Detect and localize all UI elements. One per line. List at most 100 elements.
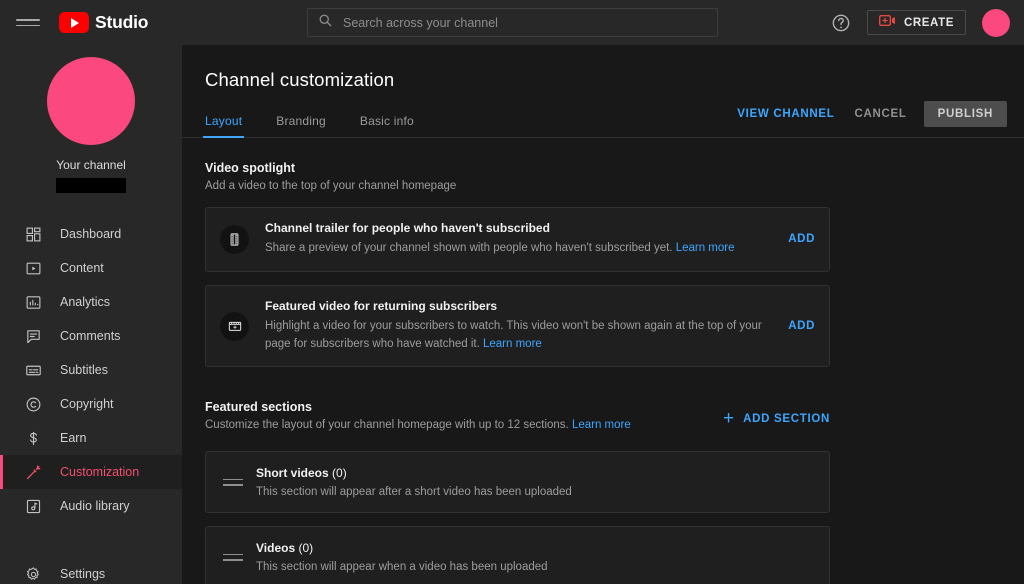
section-title-text: Videos bbox=[256, 541, 296, 556]
video-spotlight-subtitle: Add a video to the top of your channel h… bbox=[205, 180, 457, 192]
section-row-title: Videos (0) bbox=[256, 541, 548, 555]
learn-more-link[interactable]: Learn more bbox=[483, 338, 542, 350]
channel-avatar[interactable] bbox=[47, 57, 135, 145]
help-circle-icon[interactable] bbox=[831, 13, 851, 33]
youtube-studio-app: Studio Search across your channel CREATE… bbox=[0, 0, 1024, 584]
analytics-bars-icon bbox=[23, 292, 43, 312]
search-container bbox=[307, 8, 718, 37]
search-box[interactable] bbox=[307, 8, 718, 37]
account-avatar[interactable] bbox=[982, 8, 1010, 37]
tab-basic-info[interactable]: Basic info bbox=[360, 114, 414, 137]
learn-more-link[interactable]: Learn more bbox=[572, 419, 631, 431]
plus-icon: + bbox=[722, 408, 735, 430]
featured-sections-list: Short videos (0) This section will appea… bbox=[205, 451, 830, 584]
sidebar-item-label: Customization bbox=[60, 465, 140, 479]
create-button[interactable]: CREATE bbox=[866, 10, 966, 35]
card-title: Channel trailer for people who haven't s… bbox=[265, 221, 550, 235]
brand-label: Studio bbox=[95, 12, 149, 32]
tab-bar: Layout Branding Basic info VIEW CHANNEL … bbox=[182, 101, 1024, 138]
drag-handle-icon[interactable] bbox=[223, 478, 243, 486]
top-header: Studio Search across your channel CREATE bbox=[0, 0, 1024, 45]
sidebar-nav: Dashboard Content Analytics Comments Sub… bbox=[0, 217, 182, 584]
hamburger-line bbox=[16, 19, 40, 21]
sidebar-item-label: Comments bbox=[60, 329, 121, 343]
dashboard-grid-icon bbox=[23, 224, 43, 244]
left-sidebar: Your channel Dashboard Content Analytics… bbox=[0, 45, 182, 584]
film-strip-icon bbox=[220, 224, 249, 254]
featured-video-icon bbox=[220, 311, 249, 341]
card-description-text: Share a preview of your channel shown wi… bbox=[265, 242, 673, 254]
tab-branding[interactable]: Branding bbox=[276, 114, 326, 137]
card-description: Share a preview of your channel shown wi… bbox=[265, 240, 774, 258]
audio-note-icon bbox=[23, 496, 43, 516]
section-title-text: Short videos bbox=[256, 466, 329, 481]
drag-line bbox=[223, 553, 243, 556]
page-actions: VIEW CHANNEL CANCEL PUBLISH bbox=[727, 101, 1007, 127]
drag-line bbox=[223, 559, 243, 561]
sidebar-item-label: Audio library bbox=[60, 499, 130, 513]
hamburger-line bbox=[16, 24, 40, 26]
learn-more-link[interactable]: Learn more bbox=[676, 242, 735, 254]
gear-icon bbox=[23, 564, 43, 584]
sidebar-item-earn[interactable]: Earn bbox=[0, 421, 182, 455]
customization-wand-icon bbox=[23, 462, 43, 482]
sidebar-item-label: Analytics bbox=[60, 295, 111, 309]
channel-label: Your channel bbox=[56, 158, 126, 172]
content-play-icon bbox=[23, 258, 43, 278]
sidebar-item-label: Settings bbox=[60, 567, 106, 581]
featured-sections-header: Featured sections Customize the layout o… bbox=[182, 400, 830, 431]
drag-line bbox=[223, 478, 243, 481]
nav-divider-space bbox=[0, 523, 182, 540]
play-triangle bbox=[71, 17, 79, 28]
add-featured-video-button[interactable]: ADD bbox=[782, 320, 815, 332]
layout-content: Video spotlight Add a video to the top o… bbox=[182, 138, 1024, 584]
channel-trailer-card: Channel trailer for people who haven't s… bbox=[205, 207, 830, 272]
tab-layout[interactable]: Layout bbox=[202, 114, 245, 138]
studio-brand-link[interactable]: Studio bbox=[59, 12, 148, 33]
drag-line bbox=[223, 484, 243, 486]
earn-dollar-icon bbox=[23, 428, 43, 448]
section-row-description: This section will appear after a short v… bbox=[256, 486, 572, 499]
create-button-label: CREATE bbox=[903, 16, 954, 29]
add-section-label: ADD SECTION bbox=[743, 412, 830, 425]
hamburger-menu-icon[interactable] bbox=[16, 11, 40, 35]
sidebar-item-label: Content bbox=[60, 261, 104, 275]
video-spotlight-cards: Channel trailer for people who haven't s… bbox=[205, 207, 830, 368]
view-channel-button[interactable]: VIEW CHANNEL bbox=[727, 108, 844, 120]
sidebar-item-content[interactable]: Content bbox=[0, 251, 182, 285]
sidebar-item-customization[interactable]: Customization bbox=[0, 455, 182, 489]
publish-button[interactable]: PUBLISH bbox=[923, 101, 1007, 127]
featured-sections-subtitle-text: Customize the layout of your channel hom… bbox=[205, 419, 569, 432]
section-row-description: This section will appear when a video ha… bbox=[256, 561, 548, 574]
cancel-button[interactable]: CANCEL bbox=[844, 108, 916, 120]
sidebar-item-comments[interactable]: Comments bbox=[0, 319, 182, 353]
header-actions: CREATE bbox=[831, 0, 1010, 45]
card-text: Channel trailer for people who haven't s… bbox=[265, 221, 782, 258]
search-input[interactable] bbox=[343, 15, 683, 30]
sidebar-item-settings[interactable]: Settings bbox=[0, 557, 182, 584]
comments-bubble-icon bbox=[23, 326, 43, 346]
sidebar-item-subtitles[interactable]: Subtitles bbox=[0, 353, 182, 387]
channel-name-redacted bbox=[56, 178, 126, 193]
video-spotlight-title: Video spotlight bbox=[205, 161, 296, 175]
subtitles-icon bbox=[23, 360, 43, 380]
sidebar-item-analytics[interactable]: Analytics bbox=[0, 285, 182, 319]
add-section-button[interactable]: + ADD SECTION bbox=[723, 409, 830, 428]
drag-handle-icon[interactable] bbox=[223, 553, 243, 561]
sidebar-item-dashboard[interactable]: Dashboard bbox=[0, 217, 182, 251]
featured-video-card: Featured video for returning subscribers… bbox=[205, 284, 830, 368]
section-row-text: Videos (0) This section will appear when… bbox=[256, 541, 548, 573]
video-plus-icon bbox=[879, 14, 896, 32]
section-count: (0) bbox=[332, 466, 347, 481]
card-description: Highlight a video for your subscribers t… bbox=[265, 318, 774, 354]
page-title: Channel customization bbox=[205, 69, 395, 90]
section-row-short-videos: Short videos (0) This section will appea… bbox=[205, 451, 830, 514]
card-text: Featured video for returning subscribers… bbox=[265, 299, 782, 354]
section-row-videos: Videos (0) This section will appear when… bbox=[205, 526, 830, 584]
add-trailer-button[interactable]: ADD bbox=[782, 233, 815, 245]
section-row-title: Short videos (0) bbox=[256, 466, 572, 480]
sidebar-item-copyright[interactable]: Copyright bbox=[0, 387, 182, 421]
youtube-logo-icon bbox=[59, 12, 89, 33]
sidebar-item-audio-library[interactable]: Audio library bbox=[0, 489, 182, 523]
main-content: Channel customization Layout Branding Ba… bbox=[182, 45, 1024, 584]
